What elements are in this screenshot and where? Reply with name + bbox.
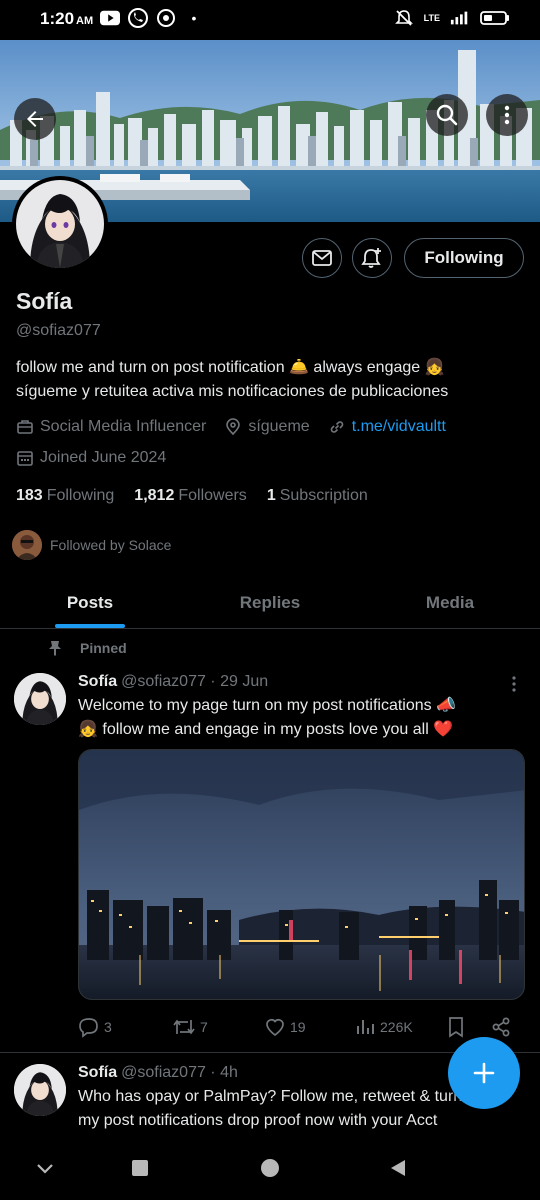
- following-stat[interactable]: 183 Following: [16, 487, 114, 505]
- battery-icon: [480, 8, 510, 28]
- category-item: Social Media Influencer: [16, 418, 206, 436]
- profile-display-name: Sofía: [16, 288, 73, 314]
- views-action[interactable]: 226K: [354, 1014, 413, 1040]
- post-author-name[interactable]: Sofía: [78, 1064, 117, 1081]
- nav-back-button[interactable]: [383, 1153, 413, 1183]
- message-button[interactable]: [302, 238, 342, 278]
- profile-stats: 183 Following 1,812 Followers 1 Subscriptio…: [16, 487, 368, 505]
- repost-action[interactable]: 7: [172, 1014, 208, 1040]
- back-button[interactable]: [14, 98, 56, 140]
- signal-icon: [450, 8, 470, 28]
- more-vertical-icon: [504, 105, 510, 125]
- nav-home-button[interactable]: [255, 1153, 285, 1183]
- profile-tabs: Posts Replies Media: [0, 577, 540, 629]
- post-header: Sofía @sofiaz077 · 29 Jun: [78, 673, 268, 691]
- youtube-icon: [100, 8, 120, 28]
- followed-by-label: Followed by Solace: [50, 537, 172, 553]
- location-item: sígueme: [224, 418, 310, 436]
- post-image[interactable]: [78, 749, 525, 1000]
- square-icon: [132, 1160, 148, 1176]
- notification-subscribe-button[interactable]: [352, 238, 392, 278]
- notification-dot: •: [191, 10, 197, 26]
- share-icon: [492, 1017, 510, 1037]
- status-bar: 1:20 AM • LTE: [0, 0, 540, 40]
- system-nav-bar: [0, 1135, 540, 1200]
- bell-plus-icon: [361, 248, 381, 268]
- triangle-back-icon: [391, 1160, 405, 1176]
- more-vertical-icon: [512, 676, 516, 692]
- website-item[interactable]: t.me/vidvaultt: [328, 418, 446, 436]
- post-header: Sofía @sofiaz077 · 4h: [78, 1064, 238, 1082]
- tab-replies[interactable]: Replies: [180, 577, 360, 628]
- joined-row: Joined June 2024: [16, 449, 176, 467]
- tab-posts[interactable]: Posts: [0, 577, 180, 628]
- bookmark-icon: [449, 1017, 463, 1038]
- profile-avatar[interactable]: [12, 176, 108, 272]
- post-text: Welcome to my page turn on my post notif…: [78, 697, 457, 738]
- profile-bio: follow me and turn on post notification …: [16, 356, 526, 404]
- views-chart-icon: [357, 1020, 374, 1034]
- briefcase-icon: [17, 420, 33, 434]
- joined-label: Joined June 2024: [40, 449, 167, 466]
- post-more-button[interactable]: [504, 674, 524, 694]
- website-link[interactable]: t.me/vidvaultt: [352, 418, 446, 436]
- mail-icon: [312, 250, 332, 266]
- link-icon: [330, 421, 343, 433]
- category-label: Social Media Influencer: [40, 418, 207, 435]
- tab-media[interactable]: Media: [360, 577, 540, 628]
- subscription-stat[interactable]: 1 Subscription: [267, 487, 368, 505]
- mute-icon: [394, 8, 414, 28]
- circle-icon: [261, 1159, 279, 1177]
- post-author-avatar[interactable]: [14, 673, 66, 725]
- followers-stat[interactable]: 1,812 Followers: [134, 487, 247, 505]
- post-author-avatar[interactable]: [14, 1064, 66, 1116]
- nav-recents-button[interactable]: [125, 1153, 155, 1183]
- pinned-label: Pinned: [80, 640, 127, 656]
- chevron-down-icon: [37, 1164, 53, 1174]
- post-meta: @sofiaz077 · 4h: [121, 1064, 238, 1081]
- status-time: 1:20 AM: [40, 9, 94, 28]
- following-button[interactable]: Following: [404, 238, 524, 278]
- chrome-icon: [156, 8, 176, 28]
- profile-handle: @sofiaz077: [16, 322, 101, 339]
- post-actions: 3 7 19 226K: [78, 1014, 518, 1040]
- bookmark-action[interactable]: [446, 1014, 466, 1040]
- repost-icon: [173, 1019, 195, 1035]
- profile-meta-row: Social Media Influencer sígueme t.me/vid…: [16, 418, 456, 436]
- reply-action[interactable]: 3: [78, 1014, 112, 1040]
- like-action[interactable]: 19: [264, 1014, 306, 1040]
- followed-by-row[interactable]: Followed by Solace: [12, 530, 171, 560]
- reply-icon: [79, 1018, 98, 1038]
- compose-post-button[interactable]: [448, 1037, 520, 1109]
- arrow-left-icon: [27, 111, 43, 127]
- bio-line-2: sígueme y retuitea activa mis notificaci…: [16, 383, 449, 400]
- search-button[interactable]: [426, 94, 468, 136]
- pin-icon: [49, 641, 61, 656]
- post-meta: @sofiaz077 · 29 Jun: [121, 673, 269, 690]
- more-options-button[interactable]: [486, 94, 528, 136]
- calendar-icon: [17, 451, 33, 466]
- follower-avatar: [12, 530, 42, 560]
- heart-icon: [266, 1019, 284, 1037]
- location-label: sígueme: [248, 418, 310, 435]
- phone-call-icon: [128, 8, 148, 28]
- search-icon: [436, 104, 458, 126]
- share-action[interactable]: [490, 1014, 512, 1040]
- plus-icon: [473, 1062, 495, 1084]
- post-author-name[interactable]: Sofía: [78, 673, 117, 690]
- bio-line-1: follow me and turn on post notification …: [16, 359, 445, 376]
- nav-collapse-button[interactable]: [30, 1153, 60, 1183]
- location-pin-icon: [226, 418, 241, 436]
- joined-item: Joined June 2024: [16, 449, 166, 467]
- network-type-label: LTE: [423, 13, 440, 23]
- pinned-indicator: Pinned: [48, 640, 127, 656]
